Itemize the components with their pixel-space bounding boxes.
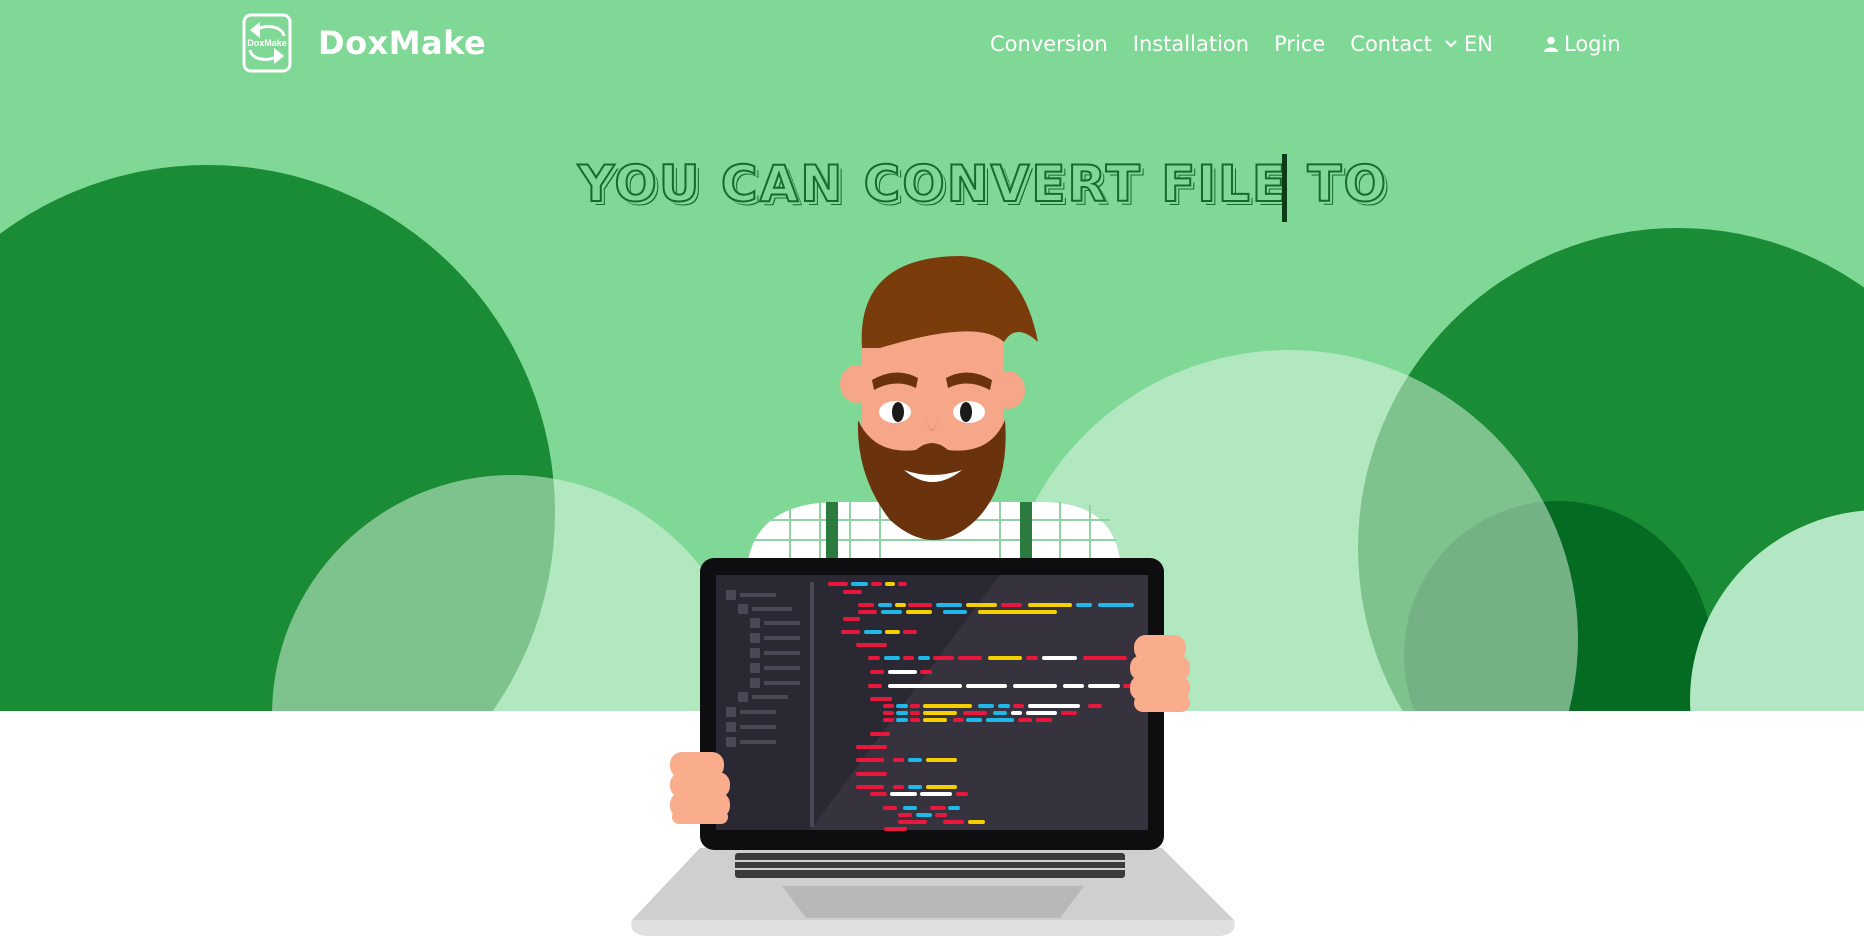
language-label: EN (1464, 32, 1493, 56)
brand-logo[interactable]: DoxMake DoxMake (236, 12, 486, 74)
nav-contact[interactable]: Contact (1350, 32, 1432, 56)
typing-caret (1282, 154, 1287, 222)
nav-price[interactable]: Price (1274, 32, 1325, 56)
nav-conversion[interactable]: Conversion (990, 32, 1108, 56)
main-nav: Conversion Installation Price Contact (990, 32, 1457, 56)
chevron-down-icon (1445, 40, 1457, 48)
site-header: DoxMake DoxMake Conversion Installation … (0, 0, 1864, 92)
developer-illustration (631, 256, 1235, 936)
login-link[interactable]: Login (1544, 32, 1621, 56)
logo-mark-text: DoxMake (247, 38, 287, 48)
brand-name: DoxMake (318, 24, 487, 62)
hero-headline: YOU CAN CONVERT FILE TO (577, 154, 1389, 214)
user-icon (1544, 36, 1558, 52)
nav-installation[interactable]: Installation (1133, 32, 1249, 56)
login-label: Login (1564, 32, 1621, 56)
language-selector[interactable]: EN (1444, 32, 1493, 56)
logo-icon: DoxMake (242, 13, 292, 73)
